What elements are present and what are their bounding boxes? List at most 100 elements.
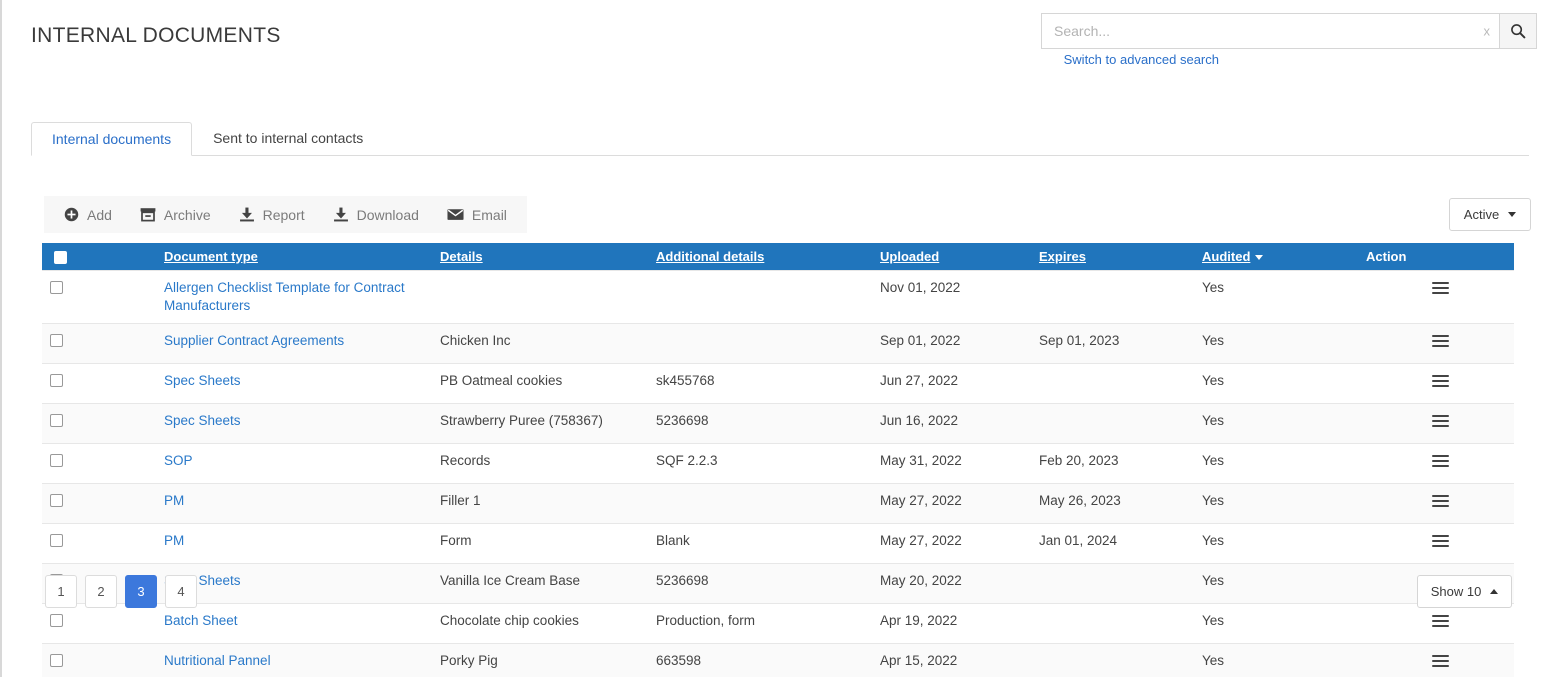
add-button[interactable]: Add: [50, 196, 126, 233]
search-field: x: [1041, 13, 1499, 49]
table-header-row: Document type Details Additional details…: [42, 243, 1514, 270]
cell-document-type: Spec Sheets: [82, 403, 420, 443]
column-header-expires[interactable]: Expires: [1020, 243, 1180, 270]
download-label: Download: [357, 207, 419, 223]
column-header-select-all: [42, 243, 82, 270]
column-header-details[interactable]: Details: [420, 243, 638, 270]
column-header-audited[interactable]: Audited: [1180, 243, 1366, 270]
row-checkbox[interactable]: [50, 614, 63, 627]
sort-descending-icon: [1255, 255, 1263, 260]
hamburger-menu-icon[interactable]: [1432, 279, 1449, 297]
pagination: 1 2 3 4: [45, 575, 197, 608]
hamburger-menu-icon[interactable]: [1432, 412, 1449, 430]
document-link[interactable]: Spec Sheets: [164, 373, 241, 388]
column-header-action: Action: [1366, 243, 1514, 270]
document-link[interactable]: Nutritional Pannel: [164, 653, 271, 668]
table-row[interactable]: Spec Sheets Strawberry Puree (758367) 52…: [42, 403, 1514, 443]
table-body: Allergen Checklist Template for Contract…: [42, 270, 1514, 677]
plus-circle-icon: [64, 207, 79, 222]
cell-uploaded: May 31, 2022: [860, 443, 1020, 483]
cell-audited: Yes: [1180, 270, 1366, 323]
document-link[interactable]: SOP: [164, 453, 193, 468]
page-button-1[interactable]: 1: [45, 575, 77, 608]
cell-action: [1366, 483, 1514, 523]
hamburger-menu-icon[interactable]: [1432, 332, 1449, 350]
search-icon: [1510, 23, 1526, 39]
hamburger-menu-icon[interactable]: [1432, 532, 1449, 550]
table-row[interactable]: PM Form Blank May 27, 2022 Jan 01, 2024 …: [42, 523, 1514, 563]
table-row[interactable]: PM Filler 1 May 27, 2022 May 26, 2023 Ye…: [42, 483, 1514, 523]
search-button[interactable]: [1499, 13, 1537, 49]
table-row[interactable]: Spec Sheets Vanilla Ice Cream Base 52366…: [42, 563, 1514, 603]
row-checkbox[interactable]: [50, 281, 63, 294]
cell-action: [1366, 443, 1514, 483]
page-button-2[interactable]: 2: [85, 575, 117, 608]
status-filter-select[interactable]: Active: [1449, 198, 1531, 231]
chevron-down-icon: [1508, 212, 1516, 217]
table-row[interactable]: Spec Sheets PB Oatmeal cookies sk455768 …: [42, 363, 1514, 403]
document-link[interactable]: Batch Sheet: [164, 613, 238, 628]
column-header-uploaded[interactable]: Uploaded: [860, 243, 1020, 270]
hamburger-menu-icon[interactable]: [1432, 612, 1449, 630]
clear-search-icon[interactable]: x: [1484, 25, 1491, 38]
document-link[interactable]: Supplier Contract Agreements: [164, 333, 344, 348]
report-button[interactable]: Report: [225, 196, 319, 233]
row-checkbox[interactable]: [50, 334, 63, 347]
hamburger-menu-icon[interactable]: [1432, 492, 1449, 510]
column-label: Expires: [1039, 249, 1086, 264]
page-size-select[interactable]: Show 10: [1417, 575, 1512, 608]
column-label: Action: [1366, 249, 1406, 264]
column-header-document-type[interactable]: Document type: [82, 243, 420, 270]
document-link[interactable]: PM: [164, 493, 184, 508]
report-download-icon: [239, 207, 255, 222]
cell-document-type: Spec Sheets: [82, 363, 420, 403]
row-checkbox[interactable]: [50, 654, 63, 667]
search-input[interactable]: [1042, 14, 1499, 48]
table-row[interactable]: SOP Records SQF 2.2.3 May 31, 2022 Feb 2…: [42, 443, 1514, 483]
document-link[interactable]: PM: [164, 533, 184, 548]
hamburger-menu-icon[interactable]: [1432, 372, 1449, 390]
row-checkbox[interactable]: [50, 534, 63, 547]
cell-details: Form: [420, 523, 638, 563]
cell-document-type: Allergen Checklist Template for Contract…: [82, 270, 420, 323]
row-checkbox[interactable]: [50, 374, 63, 387]
cell-audited: Yes: [1180, 643, 1366, 677]
column-header-additional-details[interactable]: Additional details: [638, 243, 860, 270]
page-button-4[interactable]: 4: [165, 575, 197, 608]
row-checkbox[interactable]: [50, 454, 63, 467]
email-label: Email: [472, 207, 507, 223]
table-row[interactable]: Allergen Checklist Template for Contract…: [42, 270, 1514, 323]
cell-action: [1366, 363, 1514, 403]
archive-button[interactable]: Archive: [126, 196, 225, 233]
column-label: Uploaded: [880, 249, 939, 264]
cell-expires: [1020, 563, 1180, 603]
download-button[interactable]: Download: [319, 196, 433, 233]
row-checkbox[interactable]: [50, 414, 63, 427]
email-button[interactable]: Email: [433, 196, 521, 233]
page-button-3[interactable]: 3: [125, 575, 157, 608]
column-label: Audited: [1202, 249, 1250, 264]
cell-additional-details: 5236698: [638, 563, 860, 603]
table-row[interactable]: Nutritional Pannel Porky Pig 663598 Apr …: [42, 643, 1514, 677]
table-row[interactable]: Batch Sheet Chocolate chip cookies Produ…: [42, 603, 1514, 643]
cell-uploaded: May 20, 2022: [860, 563, 1020, 603]
table-row[interactable]: Supplier Contract Agreements Chicken Inc…: [42, 323, 1514, 363]
cell-uploaded: May 27, 2022: [860, 523, 1020, 563]
row-checkbox[interactable]: [50, 494, 63, 507]
cell-action: [1366, 643, 1514, 677]
advanced-search-link[interactable]: Switch to advanced search: [1064, 52, 1219, 67]
cell-expires: Sep 01, 2023: [1020, 323, 1180, 363]
cell-additional-details: Blank: [638, 523, 860, 563]
tab-internal-documents[interactable]: Internal documents: [31, 122, 192, 156]
cell-expires: Jan 01, 2024: [1020, 523, 1180, 563]
select-all-checkbox[interactable]: [54, 251, 67, 264]
cell-details: [420, 270, 638, 323]
document-link[interactable]: Allergen Checklist Template for Contract…: [164, 280, 405, 313]
document-link[interactable]: Spec Sheets: [164, 413, 241, 428]
cell-additional-details: [638, 323, 860, 363]
hamburger-menu-icon[interactable]: [1432, 452, 1449, 470]
tab-sent-to-internal-contacts[interactable]: Sent to internal contacts: [192, 121, 384, 155]
chevron-up-icon: [1490, 589, 1498, 594]
hamburger-menu-icon[interactable]: [1432, 652, 1449, 670]
cell-additional-details: 663598: [638, 643, 860, 677]
